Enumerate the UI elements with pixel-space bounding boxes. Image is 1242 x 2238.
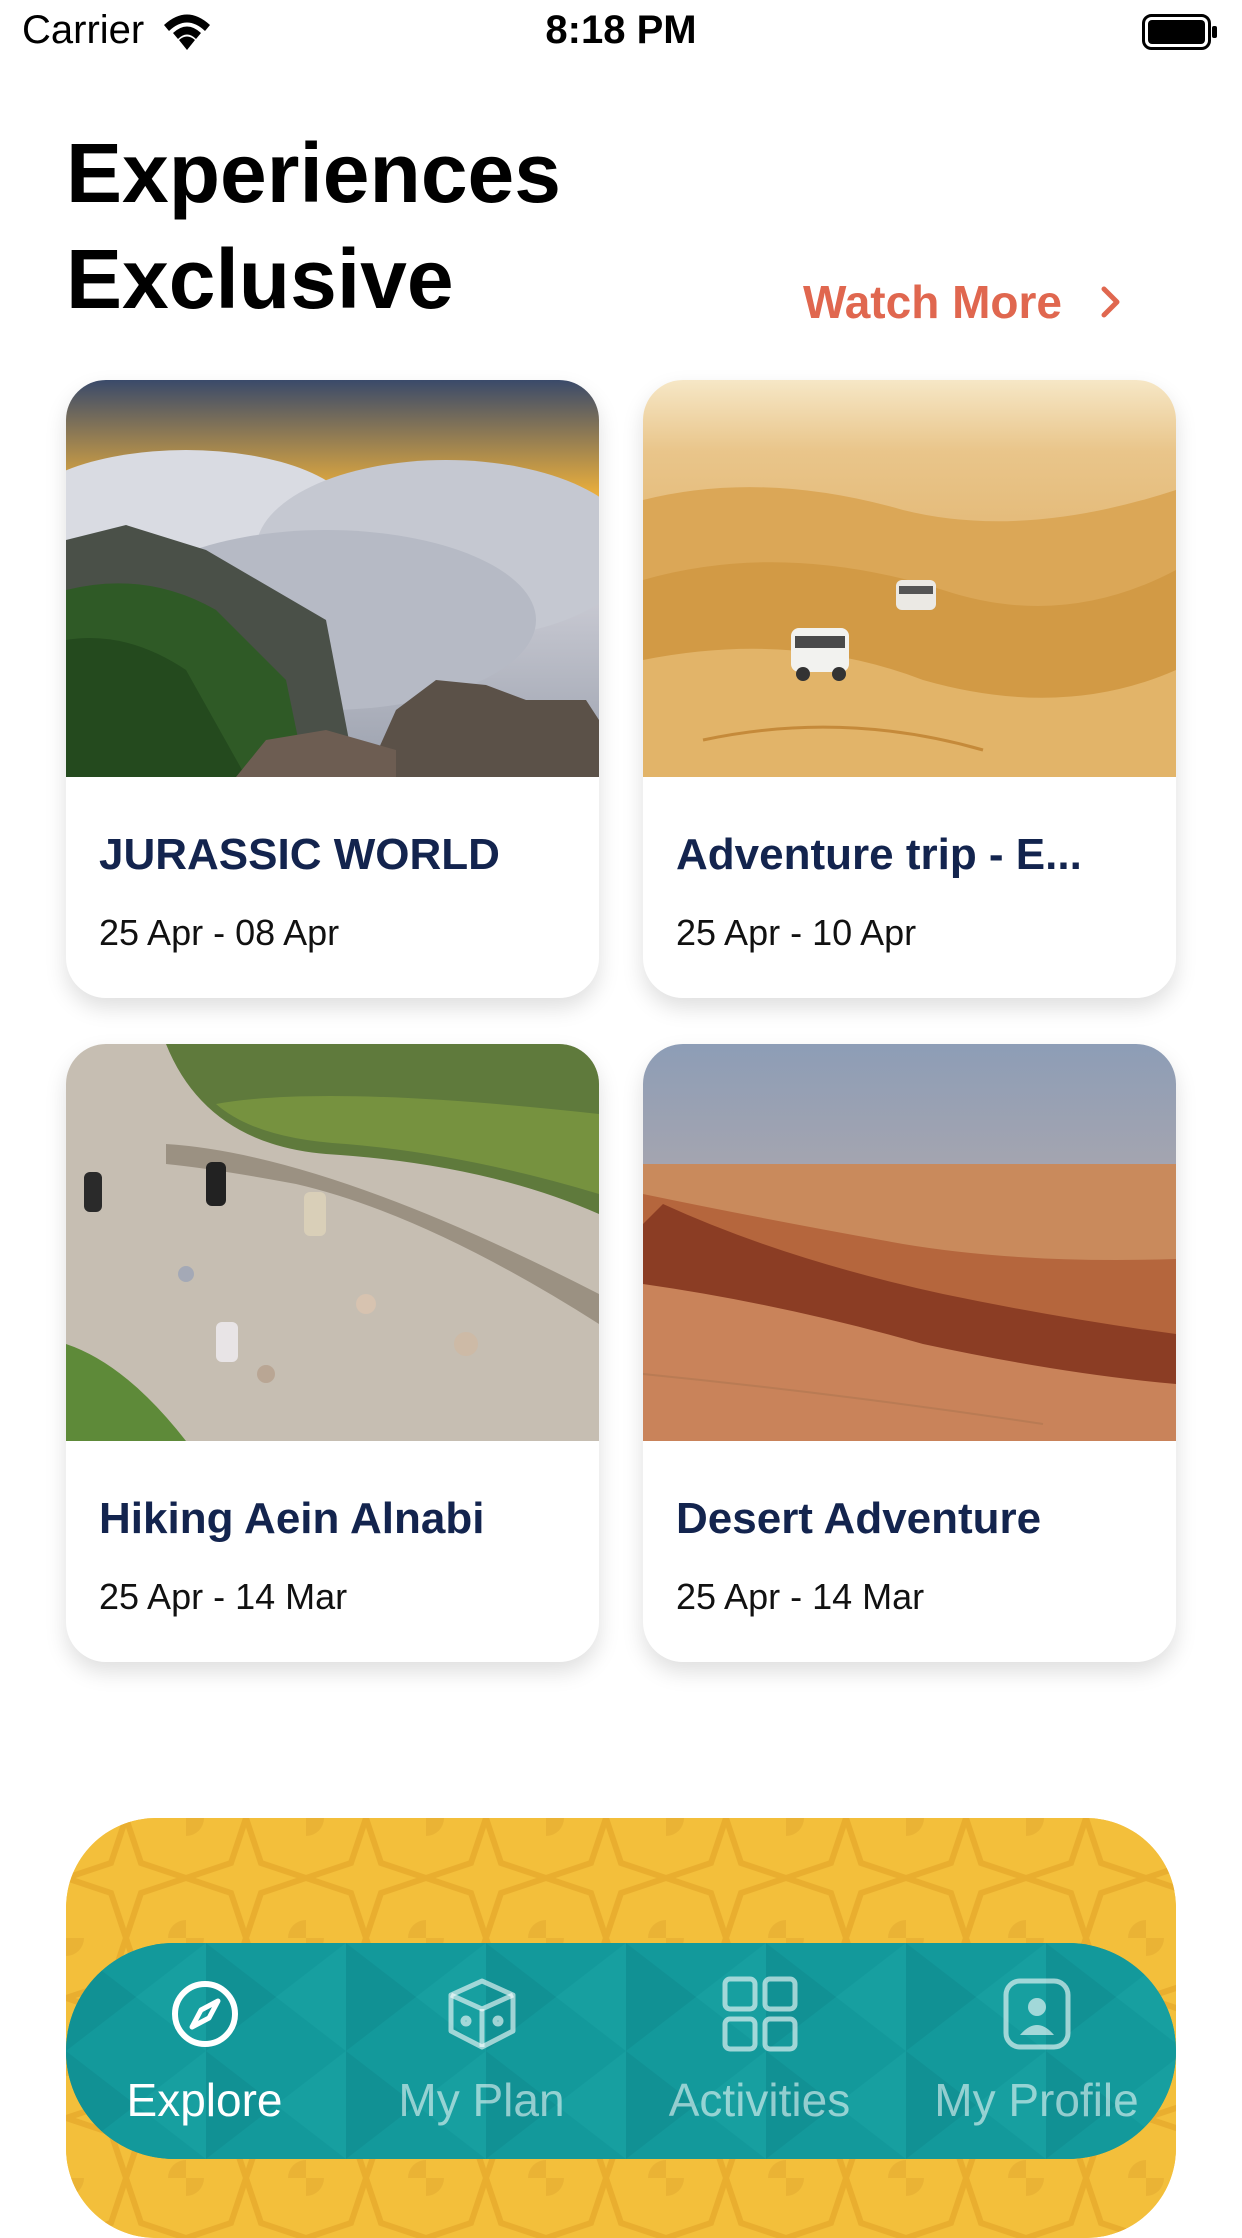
- tab-label: Explore: [126, 2074, 283, 2126]
- watch-more-link[interactable]: Watch More: [803, 272, 1122, 332]
- page-title-line-2: Exclusive: [66, 232, 454, 326]
- desert-suv-image: [643, 380, 1176, 777]
- profile-icon: [1003, 1978, 1071, 2050]
- tab-label: Activities: [668, 2074, 851, 2126]
- tab-label: My Plan: [398, 2074, 565, 2126]
- experience-card-desert-adventure[interactable]: Desert Adventure 25 Apr - 14 Mar: [643, 1044, 1176, 1662]
- experience-card-hiking-aein-alnabi[interactable]: Hiking Aein Alnabi 25 Apr - 14 Mar: [66, 1044, 599, 1662]
- card-dates: 25 Apr - 08 Apr: [99, 912, 340, 953]
- card-dates: 25 Apr - 14 Mar: [676, 1576, 925, 1617]
- watch-more-label: Watch More: [803, 276, 1062, 328]
- page-title-line-1: Experiences: [66, 126, 561, 220]
- grid-icon: [722, 1976, 798, 2052]
- compass-icon: [172, 1981, 238, 2047]
- status-time: 8:18 PM: [545, 8, 697, 52]
- page-title: Experiences Exclusive: [66, 120, 766, 332]
- tab-explore[interactable]: Explore: [66, 1943, 343, 2159]
- chevron-right-icon: [1101, 286, 1120, 318]
- card-title: Desert Adventure: [676, 1494, 1042, 1543]
- experience-card-adventure-trip[interactable]: Adventure trip - E... 25 Apr - 10 Apr: [643, 380, 1176, 998]
- status-bar: Carrier 8:18 PM: [0, 0, 1242, 66]
- experience-card-jurassic-world[interactable]: JURASSIC WORLD 25 Apr - 08 Apr: [66, 380, 599, 998]
- tab-activities[interactable]: Activities: [621, 1943, 898, 2159]
- card-dates: 25 Apr - 10 Apr: [676, 912, 917, 953]
- battery-icon: [1142, 14, 1217, 50]
- tab-my-plan[interactable]: My Plan: [343, 1943, 620, 2159]
- card-dates: 25 Apr - 14 Mar: [99, 1576, 348, 1617]
- tab-bar: Explore My Plan Activities My Profile: [66, 1943, 1176, 2159]
- tab-my-profile[interactable]: My Profile: [898, 1943, 1175, 2159]
- card-title: Hiking Aein Alnabi: [99, 1494, 485, 1543]
- card-title: Adventure trip - E...: [676, 830, 1082, 879]
- cube-icon: [448, 1978, 516, 2050]
- card-title: JURASSIC WORLD: [99, 830, 500, 879]
- mountain-clouds-image: [66, 380, 599, 777]
- red-dunes-image: [643, 1044, 1176, 1441]
- hiking-path-image: [66, 1044, 599, 1441]
- tab-label: My Profile: [934, 2074, 1139, 2126]
